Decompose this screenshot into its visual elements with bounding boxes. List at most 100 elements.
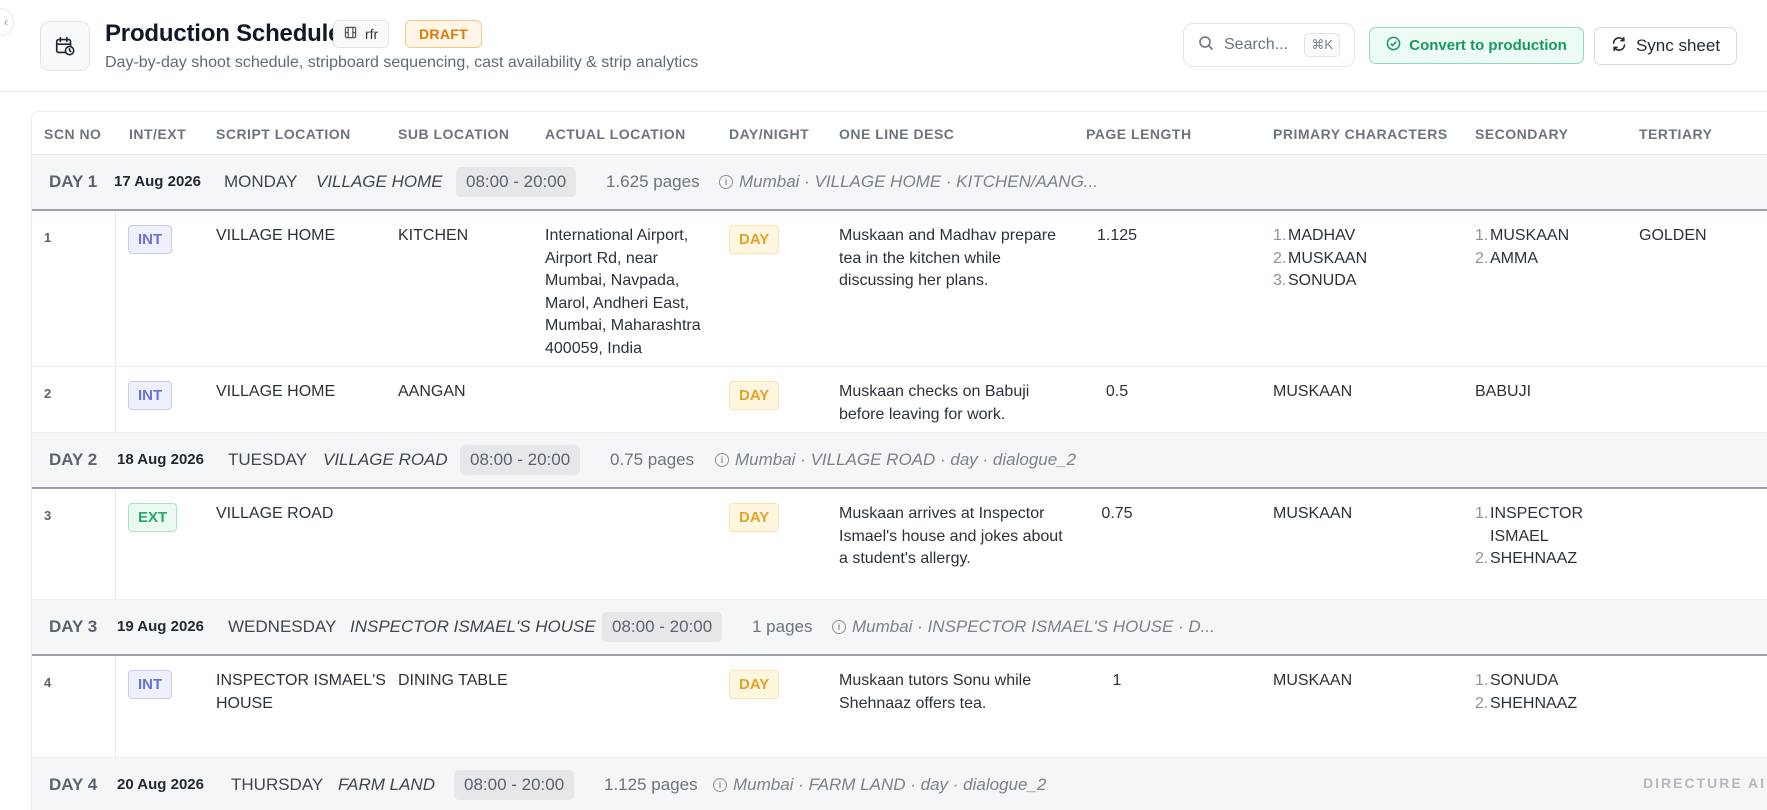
day-header-row[interactable]: DAY 3 19 Aug 2026 WEDNESDAY INSPECTOR IS… [32,600,1767,656]
day-location: FARM LAND [338,775,435,794]
primary-characters: MUSKAAN [1273,672,1353,689]
day-number: DAY 3 [49,617,98,636]
col-one-line-desc[interactable]: ONE LINE DESC [839,126,954,142]
day-weekday: MONDAY [224,172,298,191]
page-length: 0.75 [1101,505,1133,522]
col-primary-characters[interactable]: PRIMARY CHARACTERS [1273,126,1448,142]
day-night-tag: DAY [729,225,780,254]
day-location: INSPECTOR ISMAEL'S HOUSE [350,617,596,636]
info-icon: i [719,175,733,189]
list-item: 2. MUSKAAN [1273,249,1368,267]
day-page-count: 1.625 pages [606,172,700,191]
list-item: 2. SHEHNAAZ [1475,694,1578,712]
list-item: 1. INSPECTOR ISMAEL [1475,505,1584,545]
script-chip[interactable]: rfr [333,20,390,48]
script-location: VILLAGE ROAD [216,505,334,522]
script-chip-label: rfr [365,26,379,42]
calendar-clock-icon [40,21,90,71]
day-note: i Mumbai · VILLAGE ROAD · day · dialogue_… [715,450,1076,470]
day-date: 19 Aug 2026 [117,618,204,635]
table-row[interactable]: 4 INT INSPECTOR ISMAEL'S HOUSE DINING TA… [32,656,1767,758]
col-script-location[interactable]: SCRIPT LOCATION [216,126,351,142]
table-header: SCN NO INT/EXT SCRIPT LOCATION SUB LOCAT… [32,112,1767,155]
col-day-night[interactable]: DAY/NIGHT [729,126,809,142]
page-length: 1 [1112,672,1122,689]
scene-number: 3 [44,508,52,523]
film-icon [344,26,357,42]
sub-location: DINING TABLE [398,672,508,689]
convert-label: Convert to production [1409,37,1567,54]
table-row[interactable]: 3 EXT VILLAGE ROAD DAY Muskaan arrives a… [32,489,1767,600]
day-time-range[interactable]: 08:00 - 20:00 [454,770,575,800]
col-int-ext[interactable]: INT/EXT [129,126,186,142]
day-time-range[interactable]: 08:00 - 20:00 [602,612,723,642]
day-note: i Mumbai · FARM LAND · day · dialogue_2 [713,775,1046,795]
actual-location: International Airport, Airport Rd, near … [545,227,701,357]
one-line-desc: Muskaan arrives at Inspector Ismael's ho… [839,505,1063,567]
list-item: 1. MUSKAAN [1475,227,1570,244]
secondary-characters: BABUJI [1475,383,1532,400]
info-icon: i [715,453,729,467]
convert-to-production-button[interactable]: Convert to production [1369,27,1584,64]
table-row[interactable]: 1 INT VILLAGE HOME KITCHEN International… [32,211,1767,367]
day-weekday: THURSDAY [231,775,324,794]
day-note-text: Mumbai · INSPECTOR ISMAEL'S HOUSE · D... [852,617,1215,636]
col-tertiary[interactable]: TERTIARY [1639,126,1712,142]
sync-sheet-button[interactable]: Sync sheet [1594,27,1737,65]
day-number: DAY 4 [49,775,98,794]
day-weekday: WEDNESDAY [228,617,337,636]
day-time-range[interactable]: 08:00 - 20:00 [460,445,581,475]
info-icon: i [713,778,727,792]
search-input[interactable]: Search... ⌘K [1183,23,1355,67]
check-circle-icon [1386,36,1401,55]
primary-characters: MUSKAAN [1273,505,1353,522]
script-location: INSPECTOR ISMAEL'S HOUSE [216,672,386,712]
day-date: 17 Aug 2026 [114,173,201,190]
col-page-length[interactable]: PAGE LENGTH [1086,126,1192,142]
day-time-range[interactable]: 08:00 - 20:00 [456,167,577,197]
day-note-text: Mumbai · FARM LAND · day · dialogue_2 [733,775,1047,794]
schedule-table: SCN NO INT/EXT SCRIPT LOCATION SUB LOCAT… [31,111,1767,810]
col-actual-location[interactable]: ACTUAL LOCATION [545,126,686,142]
day-night-tag: DAY [729,503,780,532]
page-length: 1.125 [1096,227,1138,244]
day-header-row[interactable]: DAY 1 17 Aug 2026 MONDAY VILLAGE HOME 08… [32,155,1767,211]
day-note: i Mumbai · VILLAGE HOME · KITCHEN/AANG... [719,172,1098,192]
int-ext-tag: INT [128,225,173,254]
sub-location: AANGAN [398,383,466,400]
page-title: Production Schedule [105,20,342,47]
col-secondary[interactable]: SECONDARY [1475,126,1568,142]
one-line-desc: Muskaan checks on Babuji before leaving … [839,383,1030,423]
day-header-row[interactable]: DAY 2 18 Aug 2026 TUESDAY VILLAGE ROAD 0… [32,433,1767,489]
secondary-characters: 1. INSPECTOR ISMAEL 2. SHEHNAAZ [1475,503,1595,571]
primary-characters: MUSKAAN [1273,383,1353,400]
day-date: 20 Aug 2026 [117,776,204,793]
brand-watermark: DIRECTURE AI [1643,775,1767,791]
col-sub-location[interactable]: SUB LOCATION [398,126,510,142]
page-header: Production Schedule rfr DRAFT Day-by-day… [0,0,1767,92]
page-length: 0.5 [1105,383,1129,400]
day-date: 18 Aug 2026 [117,451,204,468]
col-scn-no[interactable]: SCN NO [44,126,101,142]
int-ext-tag: INT [128,670,173,699]
day-number: DAY 1 [49,172,98,191]
script-location: VILLAGE HOME [216,383,336,400]
one-line-desc: Muskaan and Madhav prepare tea in the ki… [839,227,1057,289]
day-location: VILLAGE ROAD [323,450,448,469]
day-header-row[interactable]: DAY 4 20 Aug 2026 THURSDAY FARM LAND 08:… [32,758,1767,810]
sync-label: Sync sheet [1635,36,1721,55]
day-page-count: 1 pages [752,617,813,636]
day-night-tag: DAY [729,670,780,699]
search-icon [1198,35,1214,56]
day-note: i Mumbai · INSPECTOR ISMAEL'S HOUSE · D..… [832,617,1215,637]
info-icon: i [832,620,846,634]
list-item: 1. SONUDA [1475,672,1559,689]
table-row[interactable]: 2 INT VILLAGE HOME AANGAN DAY Muskaan ch… [32,367,1767,433]
day-weekday: TUESDAY [228,450,308,469]
list-item: 2. AMMA [1475,249,1538,267]
day-number: DAY 2 [49,450,98,469]
sub-location: KITCHEN [398,227,469,244]
scene-number: 4 [44,675,52,690]
script-location: VILLAGE HOME [216,227,336,244]
day-note-text: Mumbai · VILLAGE ROAD · day · dialogue_2 [735,450,1077,469]
